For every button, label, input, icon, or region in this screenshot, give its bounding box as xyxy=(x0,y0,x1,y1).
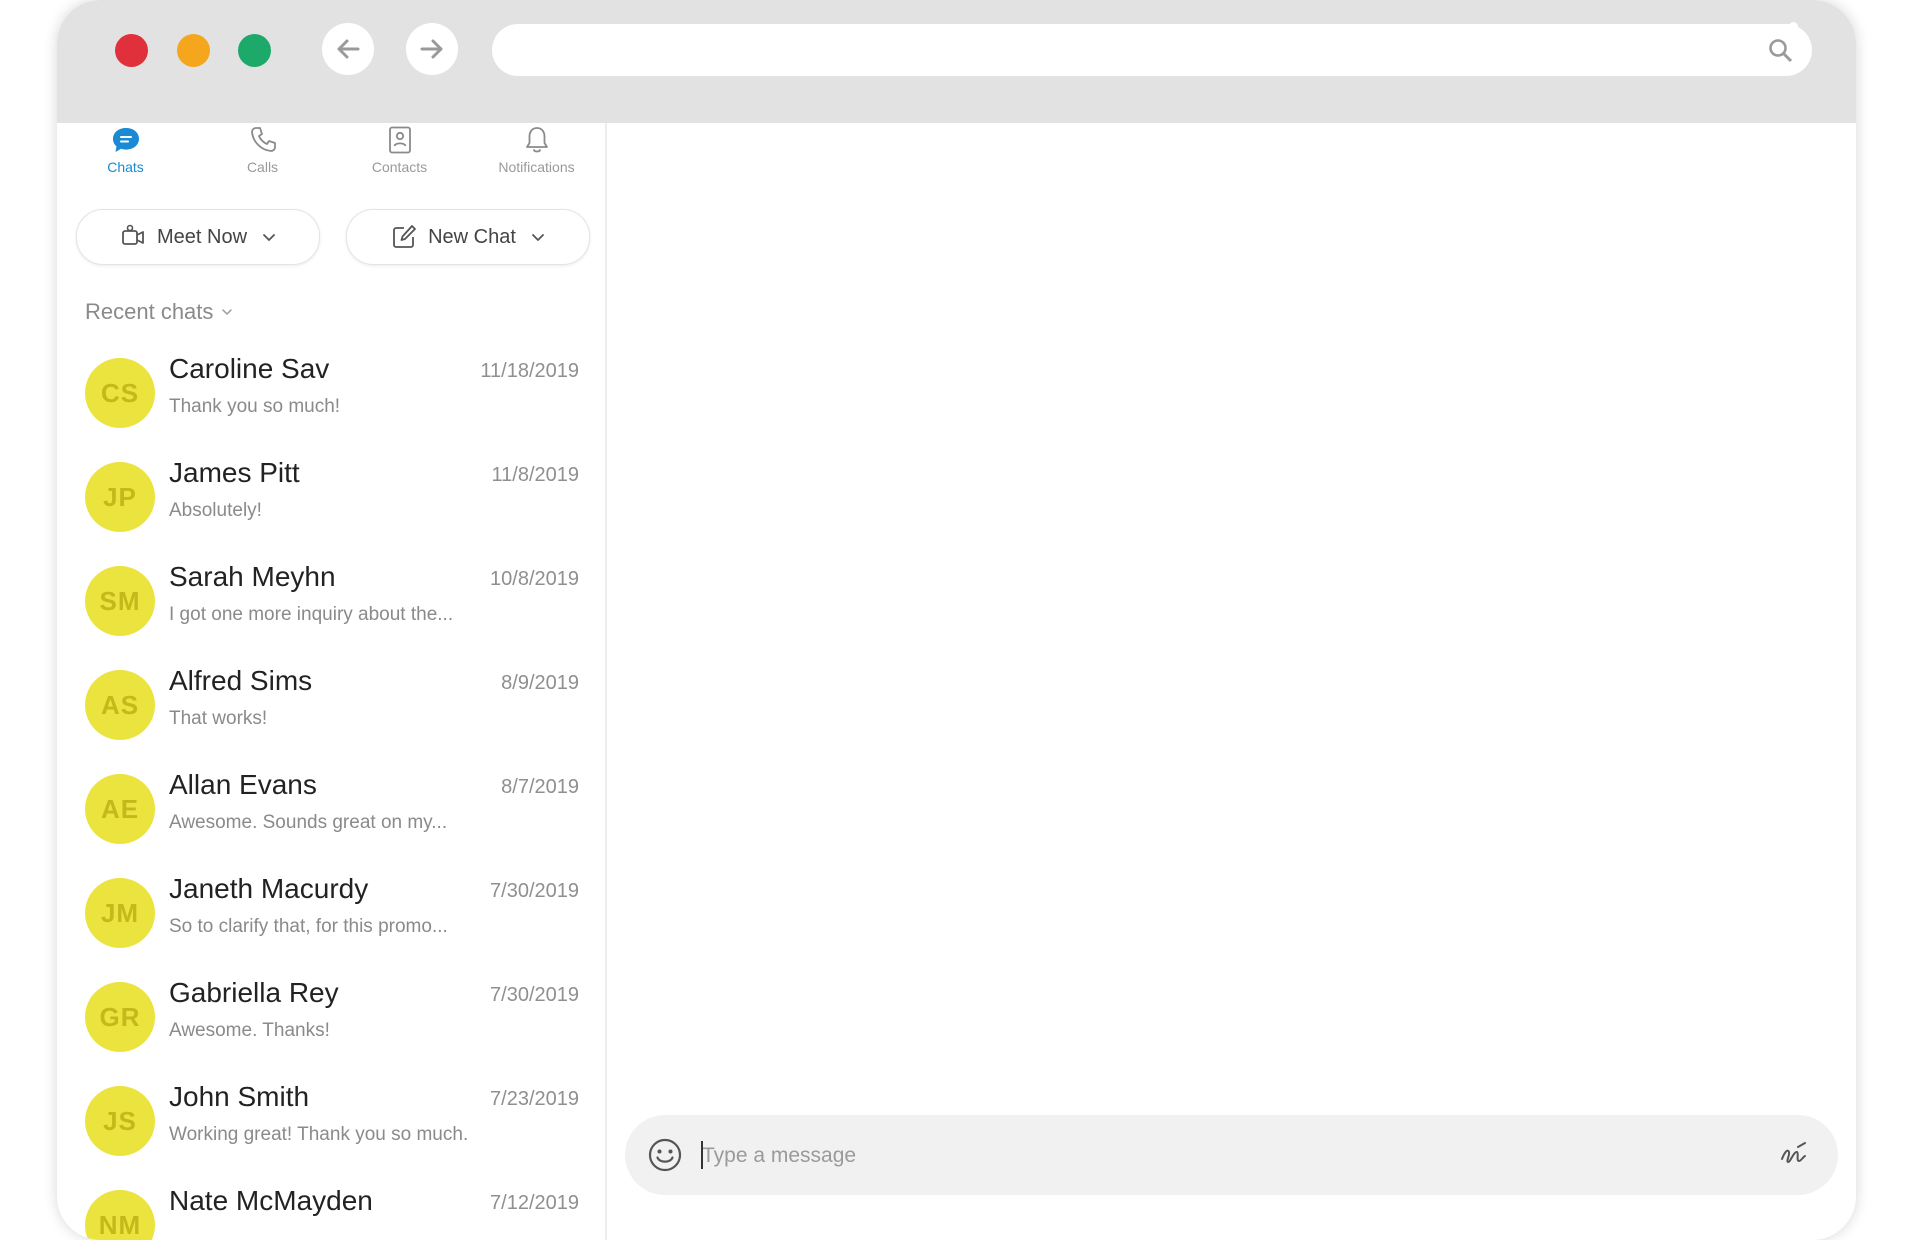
chat-date: 7/30/2019 xyxy=(490,880,579,902)
close-window-button[interactable] xyxy=(115,34,148,67)
chat-name: Sarah Meyhn xyxy=(169,561,336,592)
bell-icon xyxy=(525,127,548,153)
chat-item[interactable]: JM Janeth Macurdy 7/30/2019 So to clarif… xyxy=(57,863,605,967)
meet-now-button[interactable]: Meet Now xyxy=(76,209,320,265)
message-composer xyxy=(625,1115,1838,1197)
message-input[interactable] xyxy=(700,1115,1704,1197)
avatar: AS xyxy=(85,670,155,740)
chat-date: 10/8/2019 xyxy=(490,568,579,590)
address-bar[interactable] xyxy=(492,24,1812,78)
emoji-icon[interactable] xyxy=(647,1137,683,1173)
back-button[interactable] xyxy=(322,23,374,75)
new-chat-button[interactable]: New Chat xyxy=(346,209,590,265)
chat-item[interactable]: AS Alfred Sims 8/9/2019 That works! xyxy=(57,655,605,759)
chat-preview: Awesome. Sounds great on my... xyxy=(169,812,448,833)
maximize-window-button[interactable] xyxy=(238,34,271,67)
avatar: SM xyxy=(85,566,155,636)
contact-card-icon xyxy=(388,126,411,154)
recent-chats-dropdown[interactable]: Recent chats xyxy=(85,299,233,325)
avatar: JM xyxy=(85,878,155,948)
new-chat-label: New Chat xyxy=(428,225,516,248)
chat-name: Allan Evans xyxy=(169,769,317,800)
chevron-down-icon xyxy=(222,309,233,316)
tab-label: Contacts xyxy=(371,159,428,175)
chat-preview: Awesome. Thanks! xyxy=(169,1020,330,1041)
tab-chats[interactable]: Chats xyxy=(57,123,194,193)
chat-preview: That works! xyxy=(169,708,268,729)
sidebar: Chats Calls Contacts Notifications Meet … xyxy=(57,123,607,1240)
tab-contacts[interactable]: Contacts xyxy=(331,123,468,193)
chat-list: CS Caroline Sav 11/18/2019 Thank you so … xyxy=(57,343,605,1240)
chat-date: 8/7/2019 xyxy=(501,776,579,798)
title-bar xyxy=(57,0,1856,123)
chat-item[interactable]: JS John Smith 7/23/2019 Working great! T… xyxy=(57,1071,605,1175)
avatar: AE xyxy=(85,774,155,844)
chat-date: 11/18/2019 xyxy=(480,360,579,382)
chat-preview: So to clarify that, for this promo... xyxy=(169,916,448,937)
tab-bar: Chats Calls Contacts Notifications xyxy=(57,123,605,193)
tab-notifications[interactable]: Notifications xyxy=(468,123,605,193)
app-window: Chats Calls Contacts Notifications Meet … xyxy=(57,0,1856,1240)
chat-date: 8/9/2019 xyxy=(501,672,579,694)
tab-label: Calls xyxy=(246,159,279,175)
video-camera-icon xyxy=(122,224,144,245)
chevron-down-icon xyxy=(532,234,544,241)
phone-icon xyxy=(250,127,276,152)
chat-date: 7/30/2019 xyxy=(490,984,579,1006)
avatar: JP xyxy=(85,462,155,532)
recent-chats-label: Recent chats xyxy=(85,299,214,324)
chat-name: Alfred Sims xyxy=(169,665,313,696)
chat-item[interactable]: GR Gabriella Rey 7/30/2019 Awesome. Than… xyxy=(57,967,605,1071)
avatar: CS xyxy=(85,358,155,428)
chat-item[interactable]: SM Sarah Meyhn 10/8/2019 I got one more … xyxy=(57,551,605,655)
chat-item[interactable]: NM Nate McMayden 7/12/2019 xyxy=(57,1175,605,1240)
chat-date: 7/23/2019 xyxy=(490,1088,579,1110)
more-options-icon[interactable] xyxy=(1786,22,1800,80)
minimize-window-button[interactable] xyxy=(177,34,210,67)
chat-date: 11/8/2019 xyxy=(491,464,580,486)
tab-label: Notifications xyxy=(498,159,575,175)
chat-name: Janeth Macurdy xyxy=(169,873,369,904)
chat-preview: Thank you so much! xyxy=(169,396,341,417)
chat-name: Gabriella Rey xyxy=(169,977,339,1008)
tab-calls[interactable]: Calls xyxy=(194,123,331,193)
avatar: GR xyxy=(85,982,155,1052)
chat-item[interactable]: AE Allan Evans 8/7/2019 Awesome. Sounds … xyxy=(57,759,605,863)
chat-name: John Smith xyxy=(169,1081,310,1112)
chat-name: Nate McMayden xyxy=(169,1185,373,1216)
text-cursor xyxy=(701,1141,703,1169)
arrow-right-icon xyxy=(420,39,443,59)
chat-preview: Working great! Thank you so much. xyxy=(169,1124,469,1145)
chevron-down-icon xyxy=(263,234,275,241)
chat-item[interactable]: JP James Pitt 11/8/2019 Absolutely! xyxy=(57,447,605,551)
avatar: NM xyxy=(85,1190,155,1240)
compose-icon xyxy=(393,225,416,248)
arrow-left-icon xyxy=(337,39,360,59)
chat-name: Caroline Sav xyxy=(169,353,330,384)
chat-preview: I got one more inquiry about the... xyxy=(169,604,454,625)
chat-name: James Pitt xyxy=(169,457,300,488)
address-input[interactable] xyxy=(516,24,1740,78)
chat-bubble-icon xyxy=(112,128,139,152)
scribble-pen-icon[interactable] xyxy=(1778,1139,1810,1171)
meet-now-label: Meet Now xyxy=(156,225,248,248)
forward-button[interactable] xyxy=(406,23,458,75)
tab-label: Chats xyxy=(107,159,144,175)
chat-preview: Absolutely! xyxy=(169,500,262,521)
chat-date: 7/12/2019 xyxy=(490,1192,579,1214)
avatar: JS xyxy=(85,1086,155,1156)
chat-item[interactable]: CS Caroline Sav 11/18/2019 Thank you so … xyxy=(57,343,605,447)
